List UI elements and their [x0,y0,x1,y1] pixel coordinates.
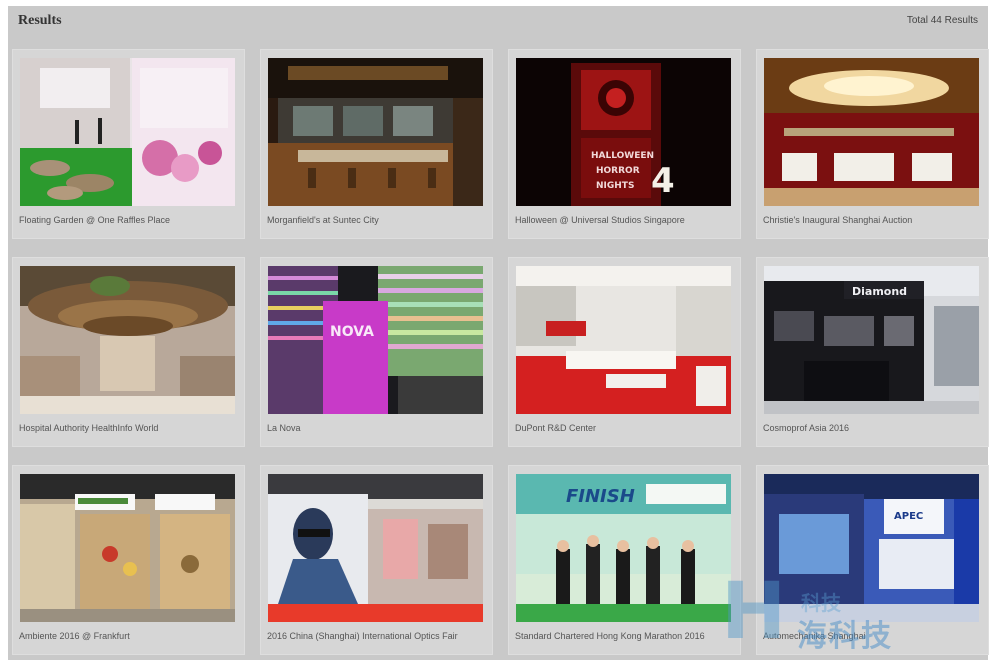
card-caption[interactable]: Floating Garden @ One Raffles Place [19,215,239,225]
la-nova-sign-text: NOVA [330,324,374,340]
result-card[interactable]: NOVA La Nova [260,257,493,447]
result-card[interactable]: Christie's Inaugural Shanghai Auction [756,49,989,239]
floating-garden-photo[interactable] [20,58,235,206]
booth-logo-text: APEC [894,511,923,522]
halloween-tower-photo[interactable]: HALLOWEEN HORROR NIGHTS 4 [516,58,731,206]
result-card[interactable]: Ambiente 2016 @ Frankfurt [12,465,245,655]
finish-banner-text: FINISH [566,486,635,507]
atrium-photo[interactable] [20,266,235,414]
card-caption[interactable]: Standard Chartered Hong Kong Marathon 20… [515,631,735,641]
svg-text:NIGHTS: NIGHTS [596,181,634,191]
card-caption[interactable]: 2016 China (Shanghai) International Opti… [267,631,487,641]
results-panel: Results Total 44 Results Floating Garden… [8,6,989,660]
result-card[interactable]: Morganfield's at Suntec City [260,49,493,239]
marathon-finish-photo[interactable]: FINISH [516,474,731,622]
building-facade-photo[interactable]: NOVA [268,266,483,414]
card-caption[interactable]: Christie's Inaugural Shanghai Auction [763,215,983,225]
card-caption[interactable]: Hospital Authority HealthInfo World [19,423,239,433]
result-card[interactable]: Floating Garden @ One Raffles Place [12,49,245,239]
svg-text:HORROR: HORROR [596,166,640,176]
results-grid: Floating Garden @ One Raffles Place Morg… [8,6,989,660]
result-card[interactable]: Hospital Authority HealthInfo World [12,257,245,447]
exhibition-booth-photo[interactable]: Diamond [764,266,979,414]
card-caption[interactable]: Cosmoprof Asia 2016 [763,423,983,433]
showroom-photo[interactable] [516,266,731,414]
result-card[interactable]: Diamond Cosmoprof Asia 2016 [756,257,989,447]
card-caption[interactable]: Automechanika Shanghai [763,631,983,641]
card-caption[interactable]: Morganfield's at Suntec City [267,215,487,225]
restaurant-interior-photo[interactable] [268,58,483,206]
svg-text:4: 4 [651,161,675,201]
result-card[interactable]: APEC Automechanika Shanghai [756,465,989,655]
booth-brand-text: Diamond [852,285,907,298]
card-caption[interactable]: La Nova [267,423,487,433]
trade-fair-stand-photo[interactable] [20,474,235,622]
auction-hall-photo[interactable] [764,58,979,206]
blue-booth-photo[interactable]: APEC [764,474,979,622]
optics-fair-photo[interactable] [268,474,483,622]
result-card[interactable]: DuPont R&D Center [508,257,741,447]
halloween-sign-text: HALLOWEEN [591,151,654,161]
card-caption[interactable]: DuPont R&D Center [515,423,735,433]
result-card[interactable]: 2016 China (Shanghai) International Opti… [260,465,493,655]
result-card[interactable]: FINISH Standard Chartered Hong Kong Mara… [508,465,741,655]
result-card[interactable]: HALLOWEEN HORROR NIGHTS 4 Halloween @ Un… [508,49,741,239]
card-caption[interactable]: Halloween @ Universal Studios Singapore [515,215,735,225]
card-caption[interactable]: Ambiente 2016 @ Frankfurt [19,631,239,641]
